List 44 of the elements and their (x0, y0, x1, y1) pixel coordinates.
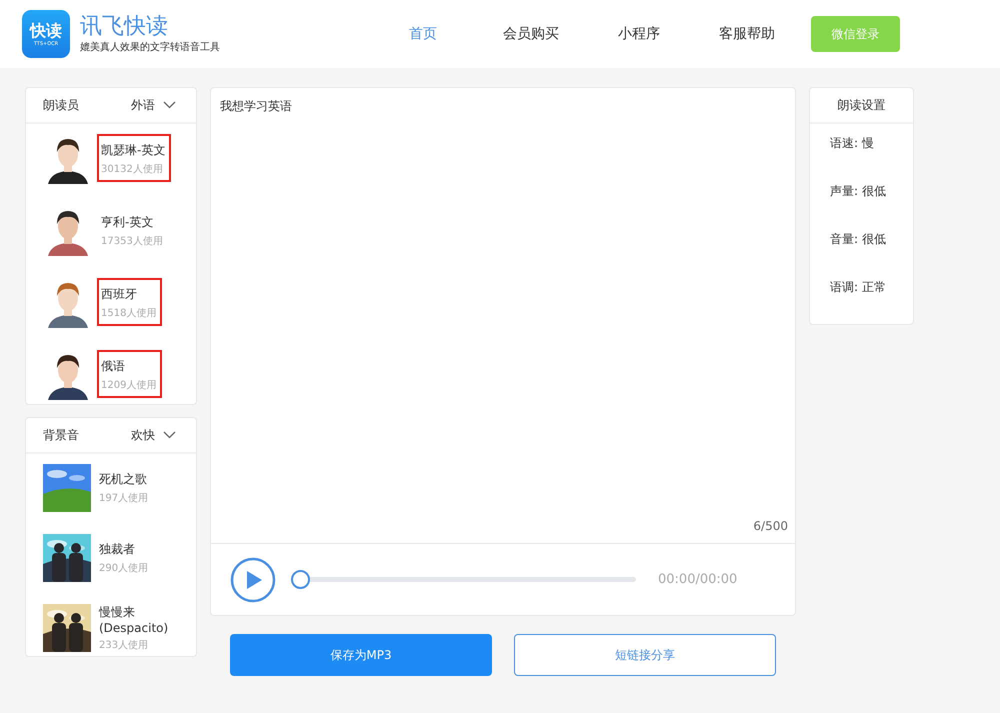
site-subtitle: 媲美真人效果的文字转语音工具 (80, 40, 220, 54)
progress-track[interactable] (291, 570, 636, 589)
usage-count: 1209人使用 (101, 379, 156, 392)
usage-count: 233人使用 (99, 639, 150, 652)
text-input[interactable]: 我想学习英语 6/500 (211, 88, 795, 544)
char-counter: 6/500 (753, 519, 788, 533)
nav-link[interactable]: 会员购买 (477, 25, 585, 43)
usage-count: 197人使用 (99, 492, 148, 505)
site-title: 讯飞快读 (80, 14, 169, 40)
usage-count: 17353人使用 (101, 235, 163, 248)
voice-item[interactable]: 西班牙 1518人使用 (43, 278, 196, 328)
setting-item[interactable]: 语调: 正常 (830, 279, 913, 296)
play-icon[interactable] (230, 556, 276, 602)
card-title: 背景音 (43, 426, 79, 444)
voice-item[interactable]: 俄语 1209人使用 (43, 350, 196, 400)
usage-count: 30132人使用 (101, 163, 164, 176)
voice-name: 俄语 (101, 358, 126, 375)
voice-name: 凯瑟琳-英文 (101, 142, 166, 159)
chevron-icon (163, 431, 176, 439)
time-display: 00:00/00:00 (658, 572, 738, 587)
filter-dropdown[interactable]: 欢快 (131, 426, 176, 444)
input-text: 我想学习英语 (220, 98, 293, 115)
setting-item[interactable]: 声量: 很低 (830, 183, 913, 200)
usage-count: 1518人使用 (101, 307, 156, 320)
card-title: 朗读设置 (838, 96, 886, 114)
filter-dropdown[interactable]: 外语 (131, 96, 176, 114)
music-item[interactable]: 死机之歌 197人使用 (43, 464, 196, 512)
nav-link[interactable]: 客服帮助 (693, 25, 801, 43)
chevron-icon (163, 101, 176, 109)
progress-thumb[interactable] (291, 570, 310, 589)
music-item[interactable]: 慢慢来 (Despacito) 233人使用 (43, 604, 196, 652)
nav-link[interactable]: 小程序 (585, 25, 693, 43)
track-name: 独裁者 (99, 541, 136, 558)
voice-name: 西班牙 (101, 286, 138, 303)
setting-item[interactable]: 音量: 很低 (830, 231, 913, 248)
setting-item[interactable]: 语速: 慢 (830, 135, 913, 152)
card-title: 朗读员 (43, 96, 79, 114)
music-item[interactable]: 独裁者 290人使用 (43, 534, 196, 582)
usage-count: 290人使用 (99, 562, 148, 575)
voice-name: 亨利-英文 (101, 214, 154, 231)
voice-item[interactable]: 凯瑟琳-英文 30132人使用 (43, 134, 196, 184)
track-name: 死机之歌 (99, 471, 148, 488)
voice-item[interactable]: 亨利-英文 17353人使用 (43, 206, 196, 256)
track-name: 慢慢来 (Despacito) (99, 604, 170, 635)
